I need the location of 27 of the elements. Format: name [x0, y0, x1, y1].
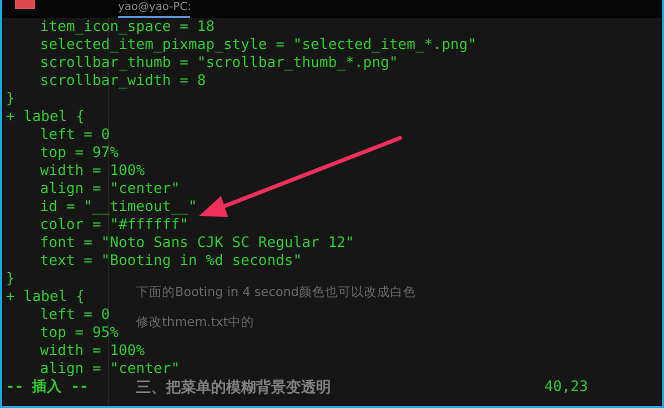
code-line: top = 97% [39, 144, 119, 162]
paragraph-text: 下面的Booting in 4 second颜色也可以改成白色 [136, 284, 416, 301]
app-icon [15, 0, 35, 9]
paragraph-text: 修改thmem.txt中的 [136, 314, 254, 331]
code-line: width = 100% [39, 342, 145, 360]
code-line: left = 0 [39, 306, 110, 324]
code-line: align = "center" [39, 360, 180, 378]
code-line: scrollbar_width = 8 [39, 72, 206, 90]
code-line: align = "center" [39, 180, 180, 198]
code-line: + label { [6, 288, 85, 306]
code-line: left = 0 [39, 126, 110, 144]
code-line: selected_item_pixmap_style = "selected_item_*.png" [39, 36, 476, 54]
section-heading: 三、把菜单的模糊背景变透明 [136, 378, 331, 397]
code-line: item_icon_space = 18 [39, 18, 215, 36]
code-line: text = "Booting in %d seconds" [39, 252, 302, 270]
code-line: top = 95% [39, 324, 119, 342]
code-line: color = "#ffffff" [39, 216, 188, 234]
code-line: width = 100% [39, 162, 145, 180]
cursor-position: 40,23 [544, 378, 588, 396]
code-line: } [6, 90, 15, 108]
code-line: scrollbar_thumb = "scrollbar_thumb_*.png" [39, 54, 398, 72]
code-line: font = "Noto Sans CJK SC Regular 12" [39, 234, 354, 252]
code-line: + label { [6, 108, 85, 126]
code-line: } [6, 270, 15, 288]
mode-indicator: -- 插入 -- [6, 378, 88, 396]
terminal-tab[interactable]: yao@yao-PC: [118, 0, 190, 18]
code-line: id = "__timeout__" [39, 198, 198, 216]
